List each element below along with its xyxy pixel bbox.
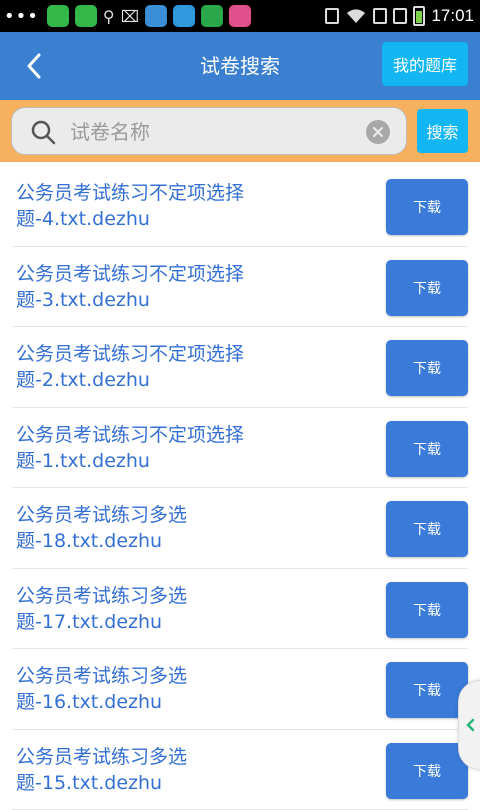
- exam-title-line2: 题-3.txt.dezhu: [16, 287, 326, 313]
- clear-icon[interactable]: [366, 120, 390, 144]
- exam-title[interactable]: 公务员考试练习不定项选择题-1.txt.dezhu: [16, 422, 326, 474]
- download-button[interactable]: 下载: [386, 743, 468, 799]
- search-icon: [30, 119, 56, 145]
- exam-title[interactable]: 公务员考试练习不定项选择题-3.txt.dezhu: [16, 261, 326, 313]
- download-button[interactable]: 下载: [386, 501, 468, 557]
- app-header: 试卷搜索 我的题库: [0, 32, 480, 100]
- media-app-icon: [201, 5, 223, 27]
- notification-icons: ••• ⚲ ⌧: [0, 5, 251, 27]
- exam-title-line2: 题-17.txt.dezhu: [16, 609, 326, 635]
- more-dots-icon: •••: [4, 6, 39, 27]
- signal-2-icon: [393, 8, 407, 24]
- exam-title-line1: 公务员考试练习多选: [16, 502, 326, 528]
- exam-title[interactable]: 公务员考试练习多选题-15.txt.dezhu: [16, 744, 326, 796]
- exam-title-line2: 题-2.txt.dezhu: [16, 367, 326, 393]
- list-item[interactable]: 公务员考试练习不定项选择题-1.txt.dezhu 下载: [0, 408, 480, 489]
- usb-icon: ⚲: [103, 7, 115, 26]
- gallery-app-icon: [229, 5, 251, 27]
- screenshot-icon: ⌧: [121, 7, 139, 26]
- weather-app-icon: [145, 5, 167, 27]
- signal-1-icon: [373, 8, 387, 24]
- battery-icon: [413, 6, 425, 26]
- exam-title-line2: 题-1.txt.dezhu: [16, 448, 326, 474]
- download-button[interactable]: 下载: [386, 260, 468, 316]
- exam-title-line1: 公务员考试练习多选: [16, 663, 326, 689]
- exam-title-line1: 公务员考试练习不定项选择: [16, 261, 326, 287]
- chat-app-icon: [75, 5, 97, 27]
- list-item[interactable]: 公务员考试练习多选题-18.txt.dezhu 下载: [0, 488, 480, 569]
- exam-title[interactable]: 公务员考试练习多选题-17.txt.dezhu: [16, 583, 326, 635]
- cloud-app-icon: [173, 5, 195, 27]
- exam-list: 公务员考试练习不定项选择题-4.txt.dezhu下载公务员考试练习不定项选择题…: [0, 166, 480, 810]
- system-icons: 17:01: [325, 6, 480, 26]
- list-item[interactable]: 公务员考试练习多选题-16.txt.dezhu 下载: [0, 649, 480, 730]
- search-button[interactable]: 搜索: [417, 109, 468, 153]
- exam-title-line1: 公务员考试练习多选: [16, 744, 326, 770]
- exam-title-line2: 题-18.txt.dezhu: [16, 528, 326, 554]
- exam-title-line1: 公务员考试练习不定项选择: [16, 341, 326, 367]
- wifi-icon: [345, 8, 367, 24]
- my-library-button[interactable]: 我的题库: [382, 42, 468, 86]
- exam-title-line2: 题-16.txt.dezhu: [16, 689, 326, 715]
- close-icon: [372, 126, 384, 138]
- status-bar: ••• ⚲ ⌧ 17:01: [0, 0, 480, 32]
- side-drawer-handle[interactable]: [458, 680, 480, 770]
- list-item[interactable]: 公务员考试练习多选题-15.txt.dezhu 下载: [0, 730, 480, 810]
- exam-title-line2: 题-4.txt.dezhu: [16, 206, 326, 232]
- exam-title-line2: 题-15.txt.dezhu: [16, 770, 326, 796]
- exam-title-line1: 公务员考试练习不定项选择: [16, 180, 326, 206]
- exam-title-line1: 公务员考试练习不定项选择: [16, 422, 326, 448]
- chevron-left-icon: [465, 718, 475, 732]
- list-item[interactable]: 公务员考试练习不定项选择题-2.txt.dezhu 下载: [0, 327, 480, 408]
- download-button[interactable]: 下载: [386, 179, 468, 235]
- search-box: [11, 107, 407, 155]
- clock: 17:01: [431, 6, 474, 26]
- search-bar: 搜索: [0, 100, 480, 162]
- download-button[interactable]: 下载: [386, 582, 468, 638]
- exam-title[interactable]: 公务员考试练习不定项选择题-4.txt.dezhu: [16, 180, 326, 232]
- download-button[interactable]: 下载: [386, 340, 468, 396]
- list-item[interactable]: 公务员考试练习不定项选择题-4.txt.dezhu 下载: [0, 166, 480, 247]
- exam-title[interactable]: 公务员考试练习多选题-18.txt.dezhu: [16, 502, 326, 554]
- exam-title[interactable]: 公务员考试练习多选题-16.txt.dezhu: [16, 663, 326, 715]
- message-app-icon: [47, 5, 69, 27]
- exam-title[interactable]: 公务员考试练习不定项选择题-2.txt.dezhu: [16, 341, 326, 393]
- search-input[interactable]: [68, 114, 362, 150]
- sim-status-icon: [325, 8, 339, 24]
- list-item[interactable]: 公务员考试练习不定项选择题-3.txt.dezhu 下载: [0, 247, 480, 328]
- list-item[interactable]: 公务员考试练习多选题-17.txt.dezhu 下载: [0, 569, 480, 650]
- exam-title-line1: 公务员考试练习多选: [16, 583, 326, 609]
- download-button[interactable]: 下载: [386, 662, 468, 718]
- download-button[interactable]: 下载: [386, 421, 468, 477]
